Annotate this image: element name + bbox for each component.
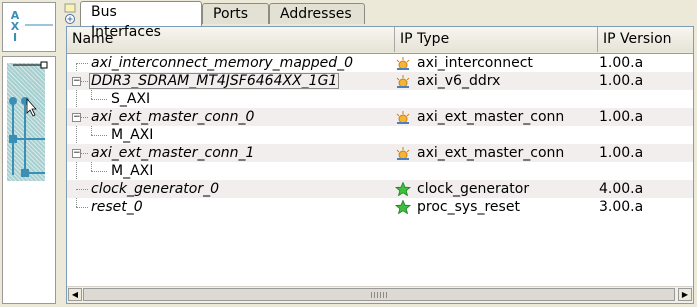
table-row[interactable]: M_AXI <box>67 162 693 180</box>
tab-strip: Bus Interfaces Ports Addresses <box>62 0 697 40</box>
star-icon <box>395 200 411 214</box>
bus-interfaces-table: Name IP Type IP Version axi_interconnect… <box>66 26 694 304</box>
row-name: M_AXI <box>111 127 154 143</box>
ip-type-text: clock_generator <box>417 181 530 197</box>
tab-ports[interactable]: Ports <box>202 3 269 24</box>
ip-type-text: axi_v6_ddrx <box>417 73 501 89</box>
row-name: axi_interconnect_memory_mapped_0 <box>91 55 354 71</box>
table-row[interactable]: clock_generator_0 clock_generator 4.00.a <box>67 180 693 198</box>
collapse-toggle-icon[interactable]: − <box>72 77 81 86</box>
row-name: clock_generator_0 <box>91 181 219 197</box>
expand-panel-icon[interactable] <box>64 2 78 24</box>
bus-connections[interactable] <box>2 56 56 304</box>
row-name: DDR3_SDRAM_MT4JSF6464XX_1G1 <box>89 72 340 90</box>
tree-line <box>76 189 88 190</box>
tree-line <box>81 117 88 118</box>
table-row[interactable]: reset_0 proc_sys_reset 3.00.a <box>67 198 693 216</box>
ip-type-text: axi_ext_master_conn <box>417 145 565 161</box>
tab-bus-interfaces[interactable]: Bus Interfaces <box>80 1 202 40</box>
bus-panel: AXI <box>0 0 60 307</box>
row-name: axi_ext_master_conn_0 <box>91 109 255 125</box>
scroll-right-icon[interactable]: ▶ <box>678 288 692 301</box>
star-icon <box>395 182 411 196</box>
row-ip-version: 1.00.a <box>599 55 644 71</box>
axi-bus-header[interactable]: AXI <box>2 2 56 52</box>
tab-addresses[interactable]: Addresses <box>269 3 365 24</box>
row-ip-version: 1.00.a <box>599 73 644 89</box>
table-row[interactable]: M_AXI <box>67 126 693 144</box>
axi-bus-label-text: AXI <box>8 9 22 42</box>
scroll-thumb[interactable] <box>83 288 675 301</box>
table-row[interactable]: − axi_ext_master_conn_1 axi_ext_master_c… <box>67 144 693 162</box>
table-body: axi_interconnect_memory_mapped_0 axi_int… <box>67 54 693 216</box>
tree-line <box>76 63 88 64</box>
table-row[interactable]: − axi_ext_master_conn_0 axi_ext_master_c… <box>67 108 693 126</box>
collapse-toggle-icon[interactable]: − <box>72 113 81 122</box>
ip-type-text: axi_interconnect <box>417 55 533 71</box>
tree-line <box>91 135 107 136</box>
hub-icon <box>396 75 410 88</box>
hub-icon <box>396 57 410 70</box>
ip-type-text: proc_sys_reset <box>417 199 520 215</box>
bus-connection-diagram <box>9 61 48 177</box>
row-name: reset_0 <box>91 199 143 215</box>
table-row[interactable]: axi_interconnect_memory_mapped_0 axi_int… <box>67 54 693 72</box>
hub-icon <box>396 111 410 124</box>
table-row[interactable]: S_AXI <box>67 90 693 108</box>
tree-line <box>91 99 107 100</box>
tree-line <box>81 81 88 82</box>
tree-line <box>91 171 107 172</box>
scroll-left-icon[interactable]: ◀ <box>68 288 82 301</box>
row-name: M_AXI <box>111 163 154 179</box>
collapse-toggle-icon[interactable]: − <box>72 149 81 158</box>
column-header-ip-version[interactable]: IP Version <box>598 27 693 52</box>
column-header-ip-type[interactable]: IP Type <box>395 27 598 52</box>
row-name: S_AXI <box>111 91 151 107</box>
bus-connector-icon <box>25 24 53 26</box>
row-name: axi_ext_master_conn_1 <box>91 145 255 161</box>
row-ip-version: 4.00.a <box>599 181 644 197</box>
row-ip-version: 1.00.a <box>599 109 644 125</box>
row-ip-version: 1.00.a <box>599 145 644 161</box>
grip-icon <box>371 292 387 298</box>
hub-icon <box>396 147 410 160</box>
axi-bus-label: AXI <box>8 9 22 43</box>
ip-type-text: axi_ext_master_conn <box>417 109 565 125</box>
horizontal-scrollbar[interactable]: ◀ ▶ <box>67 286 693 303</box>
row-ip-version: 3.00.a <box>599 199 644 215</box>
tree-line <box>81 153 88 154</box>
table-row[interactable]: − DDR3_SDRAM_MT4JSF6464XX_1G1 axi_v6_ddr… <box>67 72 693 90</box>
selected-name: DDR3_SDRAM_MT4JSF6464XX_1G1 <box>89 73 340 89</box>
tree-line <box>76 207 88 208</box>
